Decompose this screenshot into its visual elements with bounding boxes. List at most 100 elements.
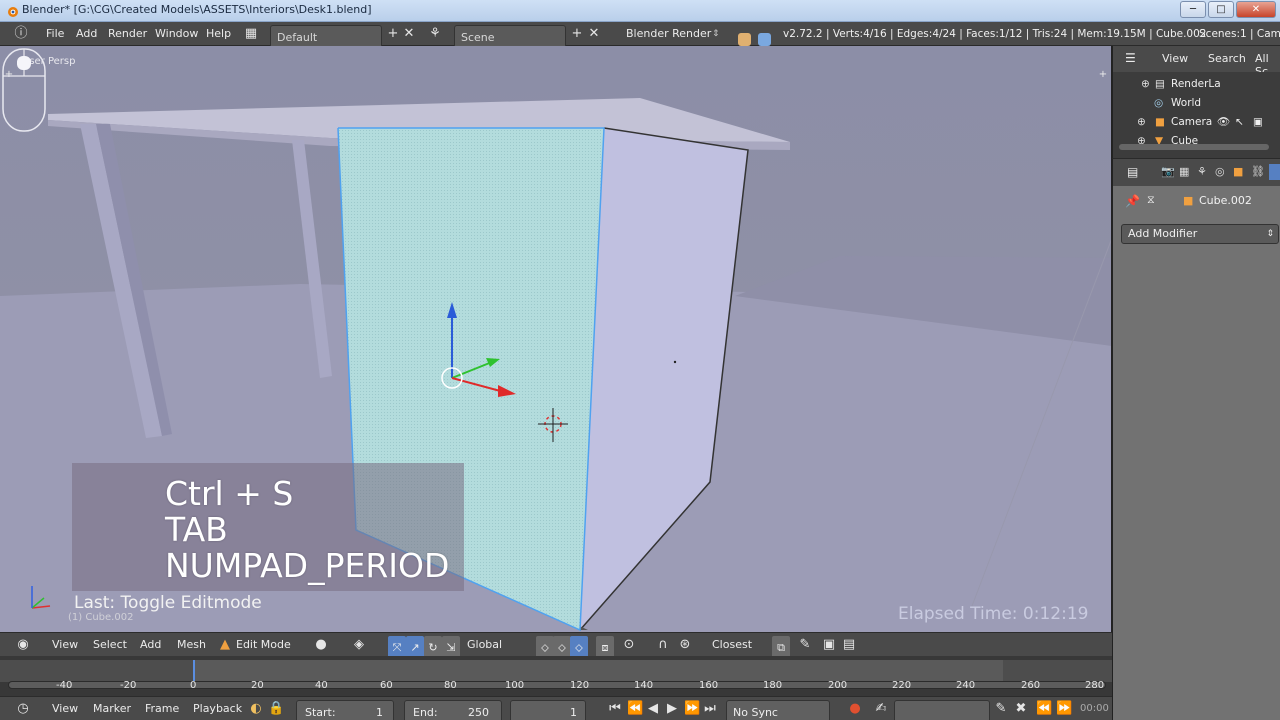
maximize-button[interactable]: □ xyxy=(1208,1,1234,18)
tick-label: 80 xyxy=(444,680,457,691)
outliner-row[interactable]: ◎ World xyxy=(1113,94,1280,113)
outliner-menu-search[interactable]: Search xyxy=(1208,52,1246,65)
properties-editor-icon[interactable]: ▤ xyxy=(1127,165,1138,179)
start-frame-field[interactable]: Start: 1 xyxy=(296,700,394,720)
3d-viewport[interactable]: User Persp + + Ctrl + S TAB NUMPAD_PERIO… xyxy=(0,46,1112,632)
render-tab-icon[interactable]: 📷 xyxy=(1161,165,1175,178)
proportional-edit-icon[interactable]: ⊙ xyxy=(622,633,636,657)
render-engine-arrows-icon[interactable]: ⇕ xyxy=(712,22,720,46)
camera-icon: ■ xyxy=(1155,116,1165,128)
transform-orientation-dropdown[interactable]: Global xyxy=(467,633,502,657)
outliner-scrollbar[interactable] xyxy=(1119,144,1269,150)
record-icon[interactable]: ● xyxy=(848,697,862,720)
jump-end-icon[interactable]: ⏭ xyxy=(703,697,717,720)
scene-icon[interactable]: ⚘ xyxy=(428,22,442,46)
jump-next-icon[interactable]: ⏩ xyxy=(1056,697,1072,720)
jump-keyframe-back-icon[interactable]: ⏪ xyxy=(627,697,643,720)
timeline-scrollbar[interactable] xyxy=(8,681,1106,689)
modifiers-tab-icon[interactable] xyxy=(1269,164,1280,180)
properties-toggle-icon[interactable]: + xyxy=(1098,70,1108,80)
mode-dropdown[interactable]: Edit Mode xyxy=(236,633,291,657)
viewport-shading-icon[interactable]: ● xyxy=(314,633,328,657)
outliner-menu-view[interactable]: View xyxy=(1162,52,1188,65)
delete-scene-icon[interactable]: ✕ xyxy=(587,22,601,46)
pin-icon[interactable]: 📌 xyxy=(1125,194,1140,208)
opengl-render-icon[interactable]: ▣ xyxy=(822,633,836,657)
jump-start-icon[interactable]: ⏮ xyxy=(608,697,622,720)
keying-set-icon[interactable]: ✍ xyxy=(874,697,888,720)
snap-element-icon[interactable]: ⊛ xyxy=(678,633,692,657)
minimize-button[interactable]: ─ xyxy=(1180,1,1206,18)
timeline-editor-icon[interactable]: ◷ xyxy=(16,697,30,720)
menu-window[interactable]: Window xyxy=(155,22,198,46)
add-screen-icon[interactable]: + xyxy=(386,22,400,46)
scenes-count: Scenes:1 | Came xyxy=(1199,28,1280,40)
jump-keyframe-forward-icon[interactable]: ⏩ xyxy=(684,697,700,720)
editor-type-icon[interactable]: ◉ xyxy=(16,633,30,657)
current-frame-field[interactable]: 1 xyxy=(510,700,586,720)
snap-target-dropdown[interactable]: Closest xyxy=(712,633,752,657)
select-arrow-icon[interactable]: ↖ xyxy=(1235,113,1244,132)
insert-keyframe-icon[interactable]: ✎ xyxy=(994,697,1008,720)
expand-icon[interactable]: ⊕ xyxy=(1137,113,1146,132)
close-button[interactable]: ✕ xyxy=(1236,1,1276,18)
render-icon[interactable]: ✎ xyxy=(798,633,812,657)
jump-prev-icon[interactable]: ⏪ xyxy=(1036,697,1052,720)
tick-label: 260 xyxy=(1021,680,1041,691)
render-engine-dropdown[interactable]: Blender Render xyxy=(626,22,711,46)
tick-label: 20 xyxy=(251,680,264,691)
current-frame-marker[interactable] xyxy=(193,660,195,682)
menu-file[interactable]: File xyxy=(46,22,64,46)
menu-select[interactable]: Select xyxy=(93,633,127,657)
outliner-row[interactable]: ⊕ ▤ RenderLa xyxy=(1113,75,1280,94)
menu-view[interactable]: View xyxy=(52,633,78,657)
start-frame-value: 1 xyxy=(376,706,383,719)
render-camera-icon[interactable]: ▣ xyxy=(1253,113,1263,132)
keying-set-field[interactable] xyxy=(894,700,990,720)
timeline-area[interactable]: -40 -20 0 20 40 60 80 100 120 140 160 18… xyxy=(0,656,1112,696)
delete-screen-icon[interactable]: ✕ xyxy=(402,22,416,46)
play-icon[interactable]: ▶ xyxy=(665,697,679,720)
visibility-eye-icon[interactable]: 👁 xyxy=(1217,113,1230,132)
menu-mesh[interactable]: Mesh xyxy=(177,633,206,657)
outliner-row[interactable]: ⊕ ■ Camera 👁 ↖ ▣ xyxy=(1113,113,1280,132)
menu-add-mesh[interactable]: Add xyxy=(140,633,161,657)
shortcut-key-2: TAB xyxy=(165,510,228,549)
screen-layout-icon[interactable]: ▦ xyxy=(244,22,258,46)
tick-label: 100 xyxy=(505,680,525,691)
render-layers-icon: ▤ xyxy=(1155,78,1165,90)
menu-render[interactable]: Render xyxy=(108,22,147,46)
delete-keyframe-icon[interactable]: ✖ xyxy=(1014,697,1028,720)
tick-label: 200 xyxy=(828,680,848,691)
outliner-editor-icon[interactable]: ☰ xyxy=(1125,51,1136,65)
sync-mode-dropdown[interactable]: No Sync xyxy=(726,700,830,720)
constraints-tab-icon[interactable]: ⛓ xyxy=(1251,165,1265,178)
menu-add[interactable]: Add xyxy=(76,22,97,46)
outliner-item-label: World xyxy=(1171,97,1202,109)
timeline-menu-frame[interactable]: Frame xyxy=(145,697,179,720)
object-tab-icon[interactable]: ■ xyxy=(1233,165,1243,178)
menu-help[interactable]: Help xyxy=(206,22,231,46)
timeline-menu-view[interactable]: View xyxy=(52,697,78,720)
world-tab-icon[interactable]: ◎ xyxy=(1215,165,1225,178)
lock-icon[interactable]: 🔒 xyxy=(268,697,284,720)
render-layers-tab-icon[interactable]: ▦ xyxy=(1179,165,1189,178)
elapsed-time-label: Elapsed Time: 0:12:19 xyxy=(898,604,1089,624)
pivot-point-icon[interactable]: ◈ xyxy=(352,633,366,657)
scene-tab-icon[interactable]: ⚘ xyxy=(1197,165,1207,178)
play-reverse-icon[interactable]: ◀ xyxy=(646,697,660,720)
timeline-menu-playback[interactable]: Playback xyxy=(193,697,242,720)
timeline-menu-marker[interactable]: Marker xyxy=(93,697,131,720)
end-frame-field[interactable]: End: 250 xyxy=(404,700,502,720)
snap-magnet-icon[interactable]: ∩ xyxy=(656,633,670,657)
tick-label: 280 xyxy=(1085,680,1105,691)
outliner[interactable]: ⊕ ▤ RenderLa ◎ World ⊕ ■ Camera 👁 ↖ ▣ ⊕ … xyxy=(1112,72,1280,158)
add-modifier-dropdown[interactable]: Add Modifier ⇕ xyxy=(1121,224,1279,244)
expand-icon[interactable]: ⊕ xyxy=(1141,75,1150,94)
end-frame-label: End: xyxy=(413,706,438,719)
anim-render-icon[interactable]: ▤ xyxy=(842,633,856,657)
add-scene-icon[interactable]: + xyxy=(570,22,584,46)
info-editor-icon[interactable]: ⓘ xyxy=(14,22,28,46)
outliner-item-label: RenderLa xyxy=(1171,78,1221,90)
preview-range-icon[interactable]: ◐ xyxy=(249,697,263,720)
